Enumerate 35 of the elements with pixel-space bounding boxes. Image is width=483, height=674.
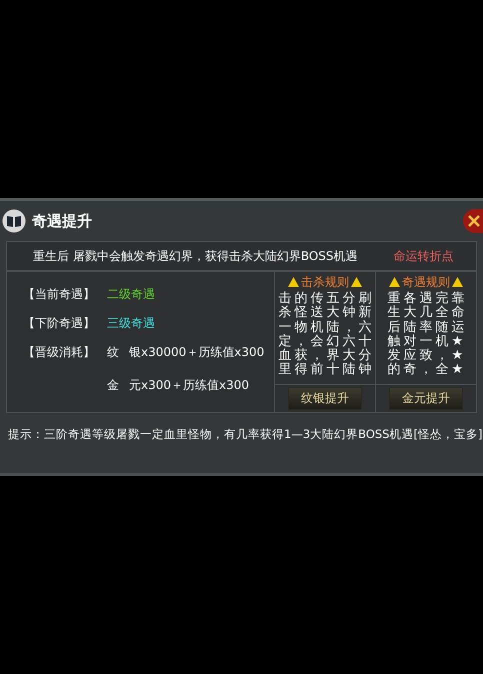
- fate-link[interactable]: 命运转折点: [394, 248, 454, 264]
- rule-text-column: 的怪物，获得: [294, 292, 308, 378]
- rule-text-column: 遇几率一致，: [420, 292, 432, 378]
- window-title: 奇遇提升: [32, 212, 92, 230]
- upgrade-button[interactable]: 纹银提升: [288, 387, 362, 410]
- rule-text-column: 靠命运★★★: [452, 292, 464, 378]
- warning-icon: [351, 277, 362, 287]
- row-value: 三级奇遇: [107, 315, 155, 332]
- row-label: 【当前奇遇】: [23, 286, 95, 303]
- upgrade-button[interactable]: 金元提升: [389, 387, 463, 410]
- currency-label: 纹: [107, 344, 119, 361]
- rule-text-column: 击杀一定血里: [278, 292, 292, 378]
- book-icon: [2, 209, 26, 233]
- rule-text-column: 各大陆对应奇: [404, 292, 416, 378]
- row-value: 二级奇遇: [107, 286, 155, 303]
- rule-text-column: 完全随机，全: [436, 292, 448, 378]
- rule-text-column: 重生后触发的: [388, 292, 400, 378]
- rule-title: 击杀规则: [301, 274, 349, 290]
- row-label: 【下阶奇遇】: [23, 315, 95, 332]
- tip-text: 提示：三阶奇遇等级屠戮一定血里怪物，有几率获得1—3大陆幻界BOSS机遇[怪怂，宝多]: [7, 426, 483, 442]
- header-text: 重生后 屠戮中会触发奇遇幻界，获得击杀大陆幻界BOSS机遇: [33, 248, 358, 264]
- warning-icon: [389, 277, 400, 287]
- warning-icon: [288, 277, 299, 287]
- rule-title: 奇遇规则: [402, 274, 450, 290]
- cost-amount: 元x300＋历练值x300: [129, 377, 250, 394]
- rule-text-column: 五大陆幻界十: [326, 292, 340, 378]
- close-icon[interactable]: [467, 214, 481, 228]
- rule-text-column: 刷新六十分钟: [358, 292, 372, 378]
- close-button[interactable]: [463, 209, 483, 233]
- row-label: 【晋级消耗】: [23, 344, 95, 361]
- rule-text-column: 传送机会，前: [310, 292, 324, 378]
- cost-amount: 银x30000＋历练值x300: [129, 344, 264, 361]
- currency-label: 金: [107, 377, 119, 394]
- rule-text-column: 分钟，六大陆: [342, 292, 356, 378]
- warning-icon: [452, 277, 463, 287]
